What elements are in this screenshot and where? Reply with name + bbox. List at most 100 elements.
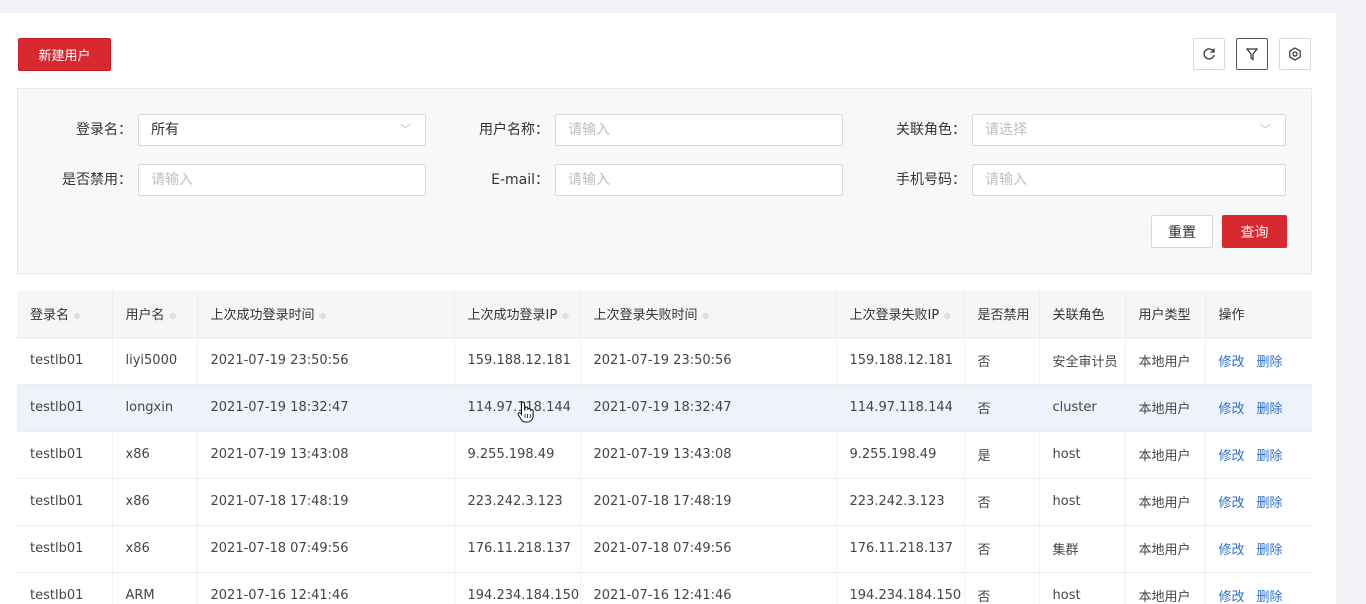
cell-ok-time: 2021-07-19 13:43:08 xyxy=(197,431,455,479)
phone-label: 手机号码： xyxy=(896,172,966,188)
table-row: testlb01 x86 2021-07-18 17:48:19 223.242.3.… xyxy=(17,478,1312,526)
cell-fail-time: 2021-07-16 12:41:46 xyxy=(580,572,837,604)
cell-fail-ip: 194.234.184.150 xyxy=(836,572,965,604)
cell-disabled: 是 xyxy=(964,431,1040,479)
delete-link[interactable]: 删除 xyxy=(1257,355,1283,370)
settings-button[interactable] xyxy=(1279,38,1311,70)
refresh-icon xyxy=(1203,48,1215,60)
cell-role: 集群 xyxy=(1039,525,1126,573)
cell-actions: 修改 删除 xyxy=(1205,525,1312,573)
edit-link[interactable]: 修改 xyxy=(1219,449,1245,464)
edit-link[interactable]: 修改 xyxy=(1219,496,1245,511)
cell-disabled: 否 xyxy=(964,478,1040,526)
sort-icon[interactable]: ≑ xyxy=(73,311,81,322)
email-label: E-mail： xyxy=(491,172,549,188)
table-row: testlb01 x86 2021-07-18 07:49:56 176.11.218… xyxy=(17,525,1312,573)
role-label: 关联角色： xyxy=(896,122,966,138)
cell-ok-time: 2021-07-18 07:49:56 xyxy=(197,525,455,573)
refresh-button[interactable] xyxy=(1193,38,1225,70)
delete-link[interactable]: 删除 xyxy=(1257,496,1283,511)
user-name-input[interactable]: 请输入 xyxy=(555,114,843,146)
reset-button[interactable]: 重置 xyxy=(1151,215,1213,248)
delete-link[interactable]: 删除 xyxy=(1257,590,1283,604)
table-row: testlb01 liyi5000 2021-07-19 23:50:56 159.1… xyxy=(17,337,1312,385)
cell-ok-time: 2021-07-19 18:32:47 xyxy=(197,384,455,432)
delete-link[interactable]: 删除 xyxy=(1257,402,1283,417)
cell-type: 本地用户 xyxy=(1125,525,1206,573)
sort-icon[interactable]: ≑ xyxy=(702,311,710,322)
cell-type: 本地用户 xyxy=(1125,572,1206,604)
new-user-button[interactable]: 新建用户 xyxy=(18,38,111,71)
col-ok-ip[interactable]: 上次成功登录IP ≑ xyxy=(454,291,581,338)
table-header-row: 登录名 ≑ 用户名 ≑ 上次成功登录时间 ≑ 上次成功登录IP ≑ 上次登录失败时间 ≑ … xyxy=(17,291,1312,338)
edit-link[interactable]: 修改 xyxy=(1219,355,1245,370)
filter-toggle-button[interactable] xyxy=(1236,38,1268,70)
edit-link[interactable]: 修改 xyxy=(1219,543,1245,558)
cell-name: x86 xyxy=(112,478,198,526)
chevron-down-icon: ﹀ xyxy=(1260,123,1271,136)
cell-fail-ip: 223.242.3.123 xyxy=(836,478,965,526)
col-fail-time[interactable]: 上次登录失败时间 ≑ xyxy=(580,291,837,338)
users-table: 登录名 ≑ 用户名 ≑ 上次成功登录时间 ≑ 上次成功登录IP ≑ 上次登录失败时间 ≑ … xyxy=(17,291,1312,604)
cell-disabled: 否 xyxy=(964,572,1040,604)
disabled-input[interactable]: 请输入 xyxy=(138,164,426,196)
chevron-down-icon: ﹀ xyxy=(400,123,411,136)
cell-ok-ip: 9.255.198.49 xyxy=(454,431,581,479)
cell-fail-time: 2021-07-18 17:48:19 xyxy=(580,478,837,526)
cell-login: testlb01 xyxy=(17,478,113,526)
cell-disabled: 否 xyxy=(964,384,1040,432)
cell-role: host xyxy=(1039,431,1126,479)
sort-icon[interactable]: ≑ xyxy=(943,311,951,322)
cell-name: liyi5000 xyxy=(112,337,198,385)
cell-actions: 修改 删除 xyxy=(1205,337,1312,385)
cell-role: cluster xyxy=(1039,384,1126,432)
col-name[interactable]: 用户名 ≑ xyxy=(112,291,198,338)
email-input[interactable]: 请输入 xyxy=(555,164,843,196)
sort-icon[interactable]: ≑ xyxy=(319,311,327,322)
cell-type: 本地用户 xyxy=(1125,384,1206,432)
settings-icon xyxy=(1289,47,1301,61)
user-name-label: 用户名称： xyxy=(479,122,549,138)
login-name-value: 所有 xyxy=(151,122,179,138)
col-login[interactable]: 登录名 ≑ xyxy=(17,291,113,338)
query-button[interactable]: 查询 xyxy=(1222,215,1287,248)
table-row: testlb01 x86 2021-07-19 13:43:08 9.255.198.… xyxy=(17,431,1312,479)
cell-ok-time: 2021-07-19 23:50:56 xyxy=(197,337,455,385)
cell-login: testlb01 xyxy=(17,572,113,604)
cell-login: testlb01 xyxy=(17,431,113,479)
edit-link[interactable]: 修改 xyxy=(1219,402,1245,417)
cell-login: testlb01 xyxy=(17,337,113,385)
col-fail-ip[interactable]: 上次登录失败IP ≑ xyxy=(836,291,965,338)
delete-link[interactable]: 删除 xyxy=(1257,449,1283,464)
cell-type: 本地用户 xyxy=(1125,337,1206,385)
col-type: 用户类型 xyxy=(1125,291,1206,338)
filter-icon xyxy=(1246,47,1258,61)
cell-ok-time: 2021-07-18 17:48:19 xyxy=(197,478,455,526)
sort-icon[interactable]: ≑ xyxy=(561,311,569,322)
cell-actions: 修改 删除 xyxy=(1205,572,1312,604)
role-select[interactable]: 请选择 ﹀ xyxy=(972,114,1286,146)
cell-disabled: 否 xyxy=(964,337,1040,385)
cell-type: 本地用户 xyxy=(1125,431,1206,479)
cell-ok-ip: 176.11.218.137 xyxy=(454,525,581,573)
col-ok-time[interactable]: 上次成功登录时间 ≑ xyxy=(197,291,455,338)
login-name-select[interactable]: 所有 ﹀ xyxy=(138,114,426,146)
cell-fail-time: 2021-07-18 07:49:56 xyxy=(580,525,837,573)
cell-login: testlb01 xyxy=(17,384,113,432)
cell-ok-ip: 223.242.3.123 xyxy=(454,478,581,526)
sort-icon[interactable]: ≑ xyxy=(169,311,177,322)
delete-link[interactable]: 删除 xyxy=(1257,543,1283,558)
cell-actions: 修改 删除 xyxy=(1205,478,1312,526)
cell-actions: 修改 删除 xyxy=(1205,431,1312,479)
cell-ok-ip: 194.234.184.150 xyxy=(454,572,581,604)
table-row: testlb01 longxin 2021-07-19 18:32:47 114.97… xyxy=(17,384,1312,432)
edit-link[interactable]: 修改 xyxy=(1219,590,1245,604)
cell-fail-time: 2021-07-19 18:32:47 xyxy=(580,384,837,432)
cell-ok-ip: 159.188.12.181 xyxy=(454,337,581,385)
cell-role: host xyxy=(1039,572,1126,604)
phone-input[interactable]: 请输入 xyxy=(972,164,1286,196)
cell-name: x86 xyxy=(112,525,198,573)
table-row: testlb01 ARM 2021-07-16 12:41:46 194.234.18… xyxy=(17,572,1312,604)
cell-fail-time: 2021-07-19 23:50:56 xyxy=(580,337,837,385)
col-disabled: 是否禁用 xyxy=(964,291,1040,338)
